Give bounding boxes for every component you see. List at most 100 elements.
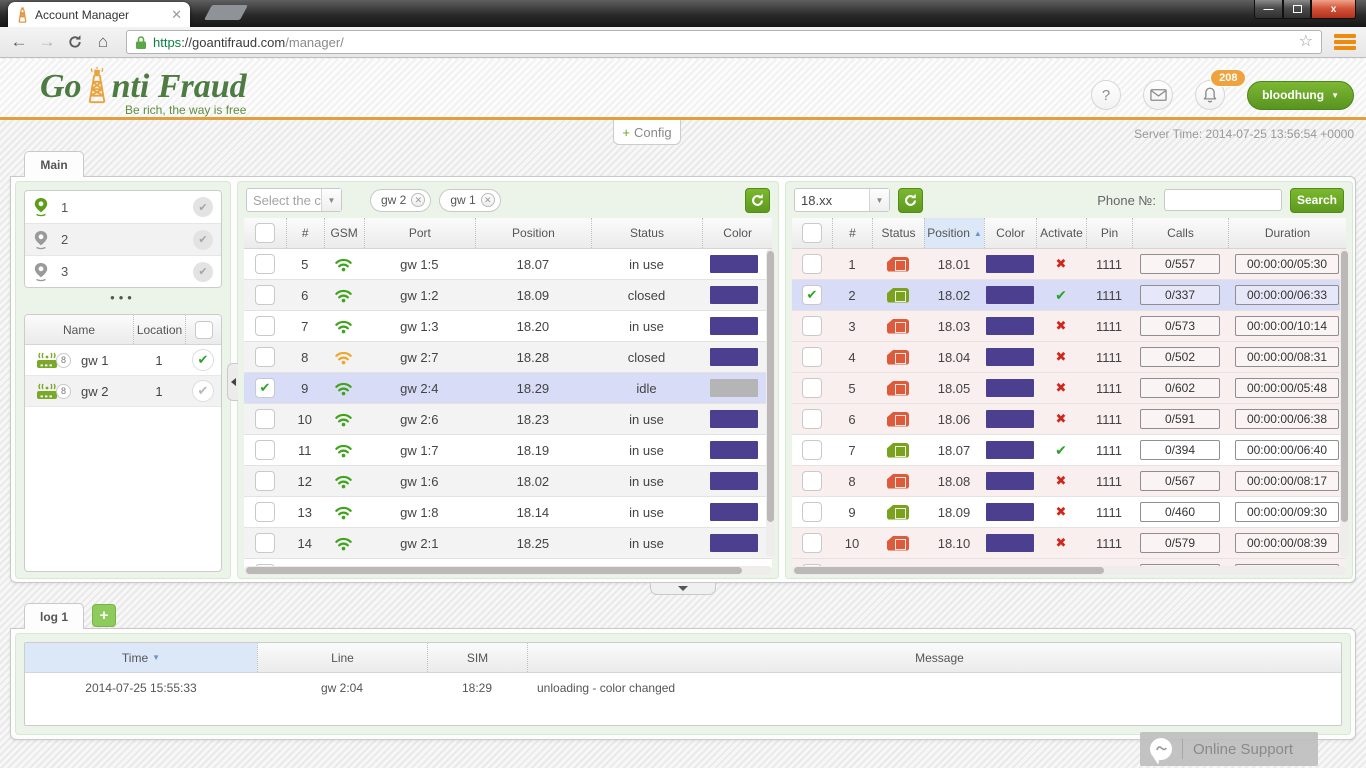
col-header-message[interactable]: Message	[527, 643, 1341, 672]
calls-value-box[interactable]: 0/337	[1140, 285, 1220, 305]
row-checkbox[interactable]: ✔	[255, 533, 275, 553]
tab-main[interactable]: Main	[24, 151, 84, 177]
row-checkbox[interactable]: ✔	[255, 440, 275, 460]
col-header-line[interactable]: Line	[257, 643, 427, 672]
calls-value-box[interactable]: 0/460	[1140, 502, 1220, 522]
row-checkbox[interactable]: ✔	[802, 409, 822, 429]
collapse-left-panel-handle[interactable]	[227, 363, 238, 401]
duration-value-box[interactable]: 00:00:00/08:17	[1235, 471, 1339, 491]
duration-value-box[interactable]: 00:00:00/05:30	[1235, 254, 1339, 274]
collapse-main-panel-handle[interactable]	[650, 583, 716, 595]
window-minimize-button[interactable]: —	[1254, 0, 1283, 19]
help-button[interactable]: ?	[1091, 80, 1121, 110]
online-support-button[interactable]: Online Support	[1140, 732, 1318, 766]
phone-number-input[interactable]	[1164, 189, 1282, 211]
port-row[interactable]: ✔ 14 gw 2:1 18.25 in use	[244, 528, 772, 559]
duration-value-box[interactable]: 00:00:00/06:40	[1235, 440, 1339, 460]
row-checkbox[interactable]: ✔	[802, 316, 822, 336]
log-row[interactable]: 2014-07-25 15:55:33 gw 2:04 18:29 unload…	[25, 673, 1341, 703]
calls-value-box[interactable]: 0/573	[1140, 316, 1220, 336]
activate-mark-icon[interactable]: ✖	[1056, 473, 1067, 489]
select-arrow-icon[interactable]: ▼	[869, 189, 889, 211]
duration-value-box[interactable]: 00:00:00/08:39	[1235, 533, 1339, 553]
calls-value-box[interactable]: 0/394	[1140, 440, 1220, 460]
browser-tab[interactable]: Account Manager ✕	[8, 2, 190, 27]
col-header-position[interactable]: Position	[475, 218, 591, 248]
port-row[interactable]: ✔ 7 gw 1:3 18.20 in use	[244, 311, 772, 342]
window-maximize-button[interactable]	[1283, 0, 1311, 19]
duration-value-box[interactable]: 00:00:00/08:31	[1235, 347, 1339, 367]
col-header-pin[interactable]: Pin	[1086, 218, 1132, 248]
sim-row[interactable]: ✔ 9 18.09 ✖ 1111 0/460 00:00:00/09:30	[792, 497, 1346, 528]
search-button[interactable]: Search	[1290, 188, 1344, 213]
filter-tag-gw2[interactable]: gw 2 ✕	[370, 189, 431, 212]
calls-value-box[interactable]: 0/579	[1140, 533, 1220, 553]
sim-row[interactable]: ✔ 8 18.08 ✖ 1111 0/567 00:00:00/08:17	[792, 466, 1346, 497]
sim-row[interactable]: ✔ 4 18.04 ✖ 1111 0/502 00:00:00/08:31	[792, 342, 1346, 373]
tag-remove-icon[interactable]: ✕	[411, 193, 425, 207]
col-header-activate[interactable]: Activate	[1036, 218, 1086, 248]
calls-value-box[interactable]: 0/502	[1140, 347, 1220, 367]
col-header-calls[interactable]: Calls	[1132, 218, 1228, 248]
duration-value-box[interactable]: 00:00:00/05:48	[1235, 378, 1339, 398]
activate-mark-icon[interactable]: ✖	[1056, 349, 1067, 365]
notifications-button[interactable]: 208	[1195, 80, 1225, 110]
activate-mark-icon[interactable]: ✖	[1056, 380, 1067, 396]
col-header-position-sorted[interactable]: Position ▲	[924, 218, 984, 248]
reload-button[interactable]	[62, 30, 88, 54]
row-checkbox[interactable]: ✔	[255, 471, 275, 491]
col-header-port[interactable]: Port	[364, 218, 476, 248]
sim-row[interactable]: ✔ 3 18.03 ✖ 1111 0/573 00:00:00/10:14	[792, 311, 1346, 342]
col-header-duration[interactable]: Duration	[1228, 218, 1346, 248]
sims-horizontal-scrollbar[interactable]	[792, 566, 1346, 575]
port-row[interactable]: ✔ 9 gw 2:4 18.29 idle	[244, 373, 772, 404]
port-row[interactable]: ✔ 10 gw 2:6 18.23 in use	[244, 404, 772, 435]
forward-button[interactable]: →	[34, 30, 60, 54]
duration-value-box[interactable]: 00:00:00/06:33	[1235, 285, 1339, 305]
activate-mark-icon[interactable]: ✔	[1055, 442, 1067, 459]
select-arrow-icon[interactable]: ▼	[321, 189, 341, 211]
row-checkbox[interactable]: ✔	[802, 285, 822, 305]
col-header-time-sorted[interactable]: Time ▼	[25, 643, 257, 672]
row-checkbox[interactable]: ✔	[802, 347, 822, 367]
sims-refresh-button[interactable]	[898, 188, 923, 213]
activate-mark-icon[interactable]: ✖	[1056, 256, 1067, 272]
col-header-location[interactable]: Location	[133, 315, 185, 344]
sim-row[interactable]: ✔ 7 18.07 ✔ 1111 0/394 00:00:00/06:40	[792, 435, 1346, 466]
location-check-icon[interactable]: ✔	[193, 262, 213, 282]
col-header-gsm[interactable]: GSM	[324, 218, 364, 248]
sim-row[interactable]: ✔ 6 18.06 ✖ 1111 0/591 00:00:00/06:38	[792, 404, 1346, 435]
locations-more-button[interactable]: •••	[16, 290, 230, 305]
select-all-checkbox[interactable]: ✔	[802, 223, 822, 243]
col-header-status[interactable]: Status	[872, 218, 924, 248]
location-row[interactable]: 1 ✔	[25, 191, 221, 223]
messages-button[interactable]	[1143, 80, 1173, 110]
row-checkbox[interactable]: ✔	[802, 471, 822, 491]
activate-mark-icon[interactable]: ✖	[1056, 318, 1067, 334]
row-checkbox[interactable]: ✔	[802, 378, 822, 398]
select-all-checkbox[interactable]: ✔	[255, 223, 275, 243]
back-button[interactable]: ←	[6, 30, 32, 54]
activate-mark-icon[interactable]: ✖	[1056, 535, 1067, 551]
col-header-sim[interactable]: SIM	[427, 643, 527, 672]
gateway-row[interactable]: 8 gw 2 1 ✔	[25, 376, 221, 407]
sims-vertical-scrollbar[interactable]	[1340, 249, 1349, 557]
select-all-checkbox[interactable]: ✔	[195, 321, 213, 339]
calls-value-box[interactable]: 0/557	[1140, 254, 1220, 274]
col-header-status[interactable]: Status	[591, 218, 703, 248]
activate-mark-icon[interactable]: ✔	[1055, 287, 1067, 304]
port-row[interactable]: ✔ 6 gw 1:2 18.09 closed	[244, 280, 772, 311]
home-button[interactable]: ⌂	[90, 30, 116, 54]
filter-tag-gw1[interactable]: gw 1 ✕	[439, 189, 500, 212]
duration-value-box[interactable]: 00:00:00/10:14	[1235, 316, 1339, 336]
port-row[interactable]: ✔ 13 gw 1:8 18.14 in use	[244, 497, 772, 528]
row-checkbox[interactable]: ✔	[255, 347, 275, 367]
location-row[interactable]: 2 ✔	[25, 223, 221, 255]
row-checkbox[interactable]: ✔	[802, 533, 822, 553]
sim-row[interactable]: ✔ 5 18.05 ✖ 1111 0/602 00:00:00/05:48	[792, 373, 1346, 404]
location-check-icon[interactable]: ✔	[193, 230, 213, 250]
activate-mark-icon[interactable]: ✖	[1056, 504, 1067, 520]
port-row[interactable]: ✔ 12 gw 1:6 18.02 in use	[244, 466, 772, 497]
row-check-icon[interactable]: ✔	[192, 380, 214, 402]
sim-row[interactable]: ✔ 1 18.01 ✖ 1111 0/557 00:00:00/05:30	[792, 249, 1346, 280]
